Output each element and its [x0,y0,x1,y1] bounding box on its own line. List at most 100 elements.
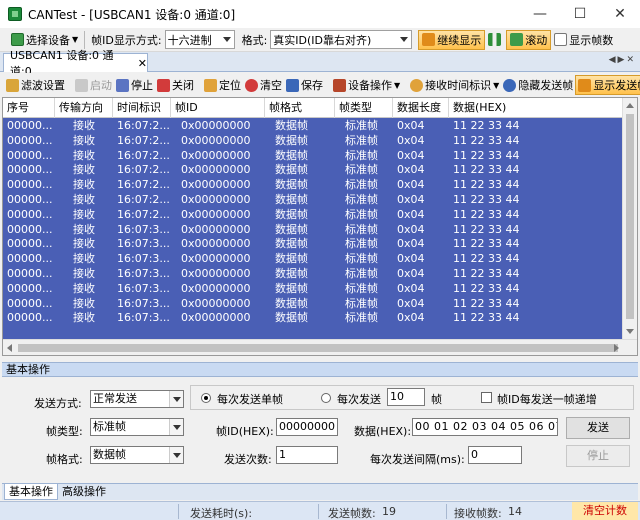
id-increment-checkbox[interactable] [481,392,492,403]
multi-count-input[interactable]: 10 [387,388,425,406]
table-row[interactable]: 00000... 接收 16:07:3... 0x00000000 数据帧 标准帧 0x04… [3,267,623,282]
data-hex-input[interactable]: 00 01 02 03 04 05 06 07 [412,418,558,436]
table-row[interactable]: 00000... 接收 16:07:3... 0x00000000 数据帧 标准帧 0x04… [3,237,623,252]
table-row[interactable]: 00000... 接收 16:07:2... 0x00000000 数据帧 标准帧 0x04… [3,119,623,134]
column-header[interactable]: 帧格式 [265,98,335,118]
column-header[interactable]: 数据(HEX) [449,98,623,118]
table-cell: 数据帧 [275,119,308,132]
device-ops-button[interactable]: 设备操作 ▼ [331,75,402,95]
pause-icon [488,33,502,46]
table-cell: 0x04 [397,178,425,192]
stop-icon [116,78,129,92]
scroll-right-icon[interactable] [614,344,619,352]
locate-icon [204,78,217,92]
send-count-input[interactable]: 1 [276,446,338,464]
table-cell: 标准帧 [345,252,378,266]
table-row[interactable]: 00000... 接收 16:07:2... 0x00000000 数据帧 标准帧 0x04… [3,149,623,164]
stop-button[interactable]: 停止 [566,445,630,467]
table-cell: 11 22 33 44 [453,207,520,221]
table-row[interactable]: 00000... 接收 16:07:2... 0x00000000 数据帧 标准帧 0x04… [3,134,623,149]
table-cell: 16:07:2... [117,133,170,147]
chevron-down-icon [169,419,183,435]
column-header[interactable]: 帧ID [171,98,265,118]
table-row[interactable]: 00000... 接收 16:07:3... 0x00000000 数据帧 标准帧 0x04… [3,297,623,312]
column-header[interactable]: 序号 [3,98,55,118]
locate-button[interactable]: 定位 [202,75,243,95]
minimize-button[interactable]: — [520,0,560,28]
table-row[interactable]: 00000... 接收 16:07:3... 0x00000000 数据帧 标准帧 0x04… [3,223,623,238]
send-mode-label: 发送方式: [34,397,82,410]
table-cell: 标准帧 [345,237,378,251]
table-cell: 0x04 [397,222,425,236]
radio-single-frame[interactable] [201,393,211,403]
close-window-button[interactable]: ✕ [600,0,640,28]
column-header[interactable]: 帧类型 [335,98,393,118]
table-cell: 数据帧 [275,178,308,192]
clear-count-button[interactable]: 清空计数 [572,502,638,520]
close-tab-icon[interactable]: ✕ [138,57,147,70]
send-count-group: 每次发送单帧 每次发送 10 帧 帧ID每发送一帧递增 [190,385,634,410]
frame-id-format-select[interactable]: 十六进制 [164,30,235,49]
tab-advanced-operation[interactable]: 高级操作 [58,484,110,500]
table-cell: 标准帧 [345,311,378,325]
frame-format-select[interactable]: 数据帧 [90,446,184,464]
scroll-button[interactable]: 滚动 [506,29,552,50]
frame-id-input[interactable]: 00000000 [276,418,338,436]
table-cell: 00000... [7,267,53,280]
frame-type-select[interactable]: 标准帧 [90,418,184,436]
close-channel-button[interactable]: 关闭 [155,75,196,95]
show-send-frame-label: 显示发送帧 [593,79,640,92]
column-header[interactable]: 时间标识 [113,98,171,118]
table-header: 序号 传输方向 时间标识 帧ID 帧格式 帧类型 数据长度 数据(HEX) [3,98,623,118]
tab-scroll-arrows[interactable]: ◀▶✕ [609,55,636,65]
scroll-up-icon[interactable] [626,103,634,108]
recv-frames-value: 14 [508,505,522,518]
vertical-scrollbar[interactable] [622,98,637,339]
show-send-frame-button[interactable]: 显示发送帧 [575,75,640,95]
table-cell: 00000... [7,207,53,221]
table-row[interactable]: 00000... 接收 16:07:3... 0x00000000 数据帧 标准帧 0x04… [3,282,623,297]
stop-label: 停止 [131,79,153,92]
stop-toolbar-button[interactable]: 停止 [114,75,155,95]
save-button[interactable]: 保存 [284,75,325,95]
format-select[interactable]: 真实ID(ID靠右对齐) [270,30,413,49]
send-mode-select[interactable]: 正常发送 [90,390,184,408]
table-row[interactable]: 00000... 接收 16:07:2... 0x00000000 数据帧 标准帧 0x04… [3,163,623,178]
table-cell: 标准帧 [345,119,378,132]
filter-settings-button[interactable]: 滤波设置 [4,75,67,95]
table-row[interactable]: 00000... 接收 16:07:2... 0x00000000 数据帧 标准帧 0x04… [3,208,623,223]
table-cell: 数据帧 [275,163,308,177]
table-row[interactable]: 00000... 接收 16:07:3... 0x00000000 数据帧 标准帧 0x04… [3,311,623,326]
filter-settings-label: 滤波设置 [21,79,65,92]
scroll-thumb[interactable] [626,114,634,319]
tab-usbcan1[interactable]: USBCAN1 设备:0 通道:0 ✕ [3,49,148,78]
scroll-down-icon[interactable] [626,329,634,334]
tab-basic-operation[interactable]: 基本操作 [4,484,58,500]
send-button[interactable]: 发送 [566,417,630,439]
pause-button[interactable] [485,30,506,50]
table-row[interactable]: 00000... 接收 16:07:2... 0x00000000 数据帧 标准帧 0x04… [3,193,623,208]
radio-multi-frame[interactable] [321,393,331,403]
continue-display-button[interactable]: 继续显示 [418,29,486,50]
table-cell: 0x04 [397,119,425,132]
column-header[interactable]: 传输方向 [55,98,113,118]
table-row[interactable]: 00000... 接收 16:07:3... 0x00000000 数据帧 标准帧 0x04… [3,252,623,267]
recv-time-mark-button[interactable]: 接收时间标识 ▼ [408,75,501,95]
table-row[interactable]: 00000... 接收 16:07:2... 0x00000000 数据帧 标准帧 0x04… [3,178,623,193]
show-frame-count-button[interactable]: 显示帧数 [551,30,616,50]
start-button[interactable]: 启动 [73,75,114,95]
scroll-thumb[interactable] [18,344,618,352]
column-header[interactable]: 数据长度 [393,98,449,118]
table-cell: 11 22 33 44 [453,296,520,310]
table-cell: 数据帧 [275,148,308,162]
device-ops-icon [333,78,346,92]
horizontal-scrollbar[interactable] [3,339,637,355]
table-cell: 数据帧 [275,133,308,147]
hide-send-frame-button[interactable]: 隐藏发送帧 [501,75,575,95]
clear-button[interactable]: 清空 [243,75,284,95]
table-cell: 00000... [7,222,53,236]
table-cell: 0x04 [397,163,425,177]
interval-input[interactable]: 0 [468,446,522,464]
maximize-button[interactable]: ☐ [560,0,600,28]
scroll-left-icon[interactable] [7,344,12,352]
